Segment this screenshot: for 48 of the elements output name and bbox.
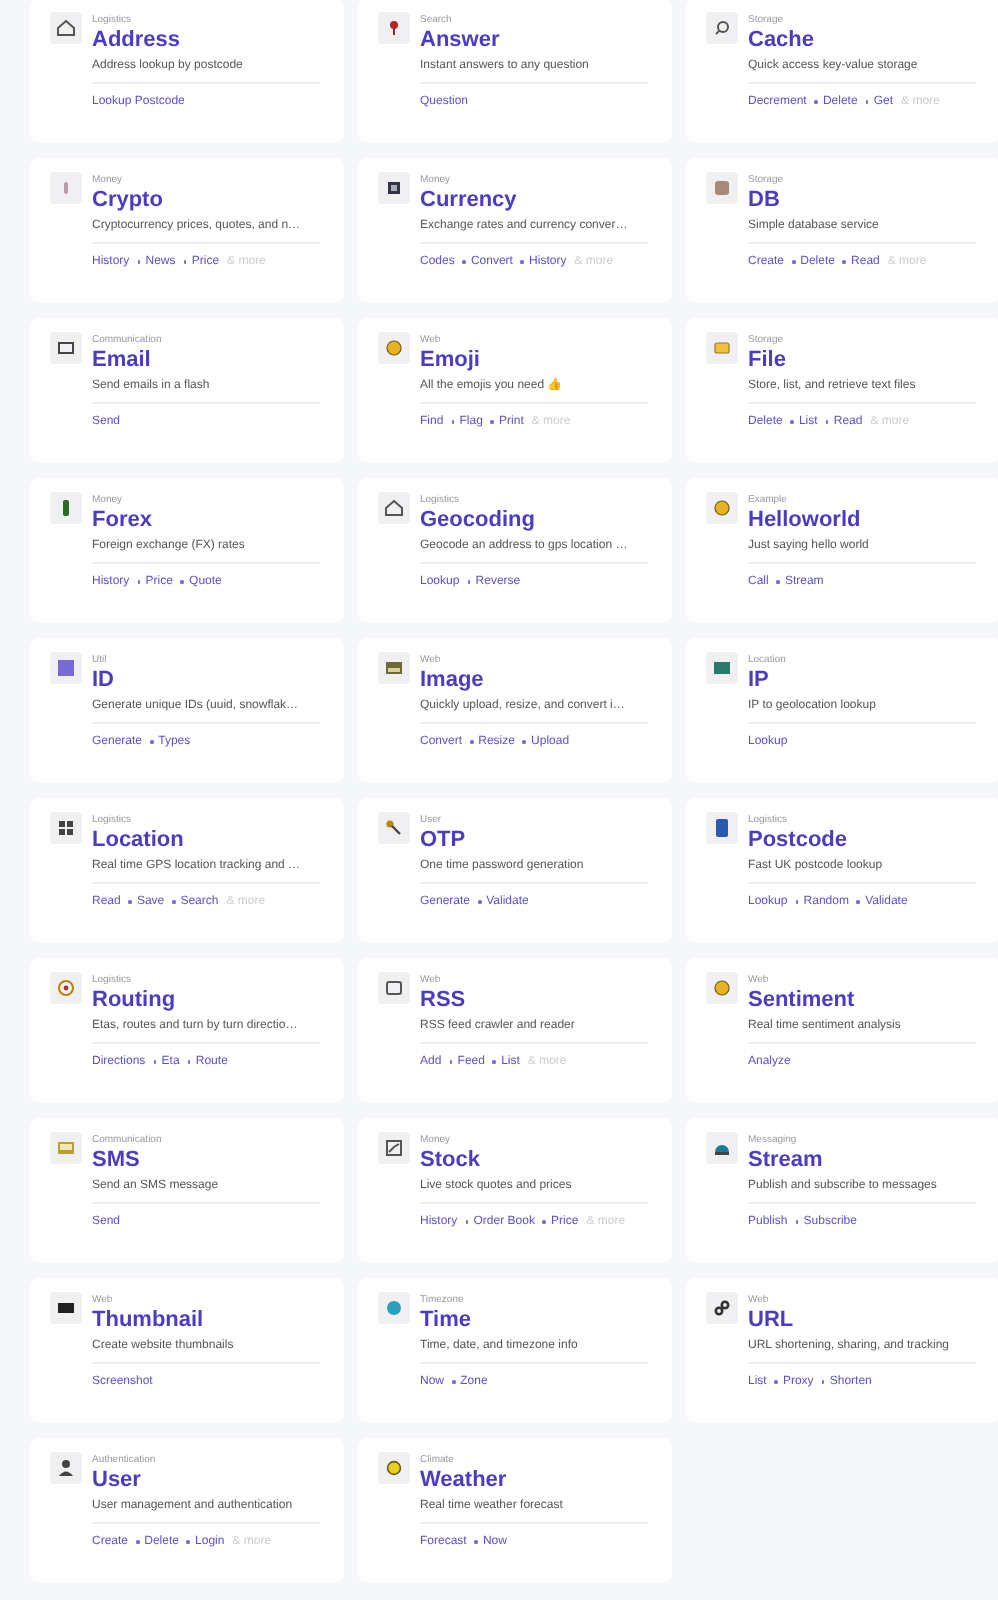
envelope-icon [50,332,82,364]
service-title[interactable]: Sentiment [748,988,976,1014]
service-title[interactable]: Thumbnail [92,1308,320,1334]
service-title[interactable]: Time [420,1308,648,1334]
person-icon [50,1452,82,1484]
box-icon [706,172,738,204]
pin-icon [378,12,410,44]
service-title[interactable]: Forex [92,508,320,534]
sun-icon [378,1452,410,1484]
link-icon [706,1292,738,1324]
service-title[interactable]: Crypto [92,188,320,214]
window-icon [378,972,410,1004]
service-title[interactable]: Answer [420,28,648,54]
service-title[interactable]: RSS [420,988,648,1014]
service-title[interactable]: Stream [748,1148,976,1174]
service-title[interactable]: Emoji [420,348,648,374]
square-icon [50,652,82,684]
service-title[interactable]: Email [92,348,320,374]
house-icon [378,492,410,524]
globe-icon [378,1292,410,1324]
service-title[interactable]: Helloworld [748,508,976,534]
service-title[interactable]: IP [748,668,976,694]
service-title[interactable]: SMS [92,1148,320,1174]
grid-icon [50,812,82,844]
service-title[interactable]: File [748,348,976,374]
service-title[interactable]: URL [748,1308,976,1334]
service-title[interactable]: Routing [92,988,320,1014]
service-title[interactable]: User [92,1468,320,1494]
target-icon [50,972,82,1004]
folder-icon [706,332,738,364]
service-title[interactable]: Address [92,28,320,54]
service-title[interactable]: Stock [420,1148,648,1174]
service-title[interactable]: Postcode [748,828,976,854]
service-title[interactable]: Currency [420,188,648,214]
dome-icon [706,1132,738,1164]
service-title[interactable]: ID [92,668,320,694]
service-title[interactable]: Location [92,828,320,854]
house-icon [50,12,82,44]
key-icon [378,812,410,844]
service-title[interactable]: DB [748,188,976,214]
service-title[interactable]: OTP [420,828,648,854]
chart-icon [378,1132,410,1164]
search-icon [706,12,738,44]
service-title[interactable]: Image [420,668,648,694]
service-title[interactable]: Geocoding [420,508,648,534]
picture-icon [378,652,410,684]
service-title[interactable]: Weather [420,1468,648,1494]
service-title[interactable]: Cache [748,28,976,54]
